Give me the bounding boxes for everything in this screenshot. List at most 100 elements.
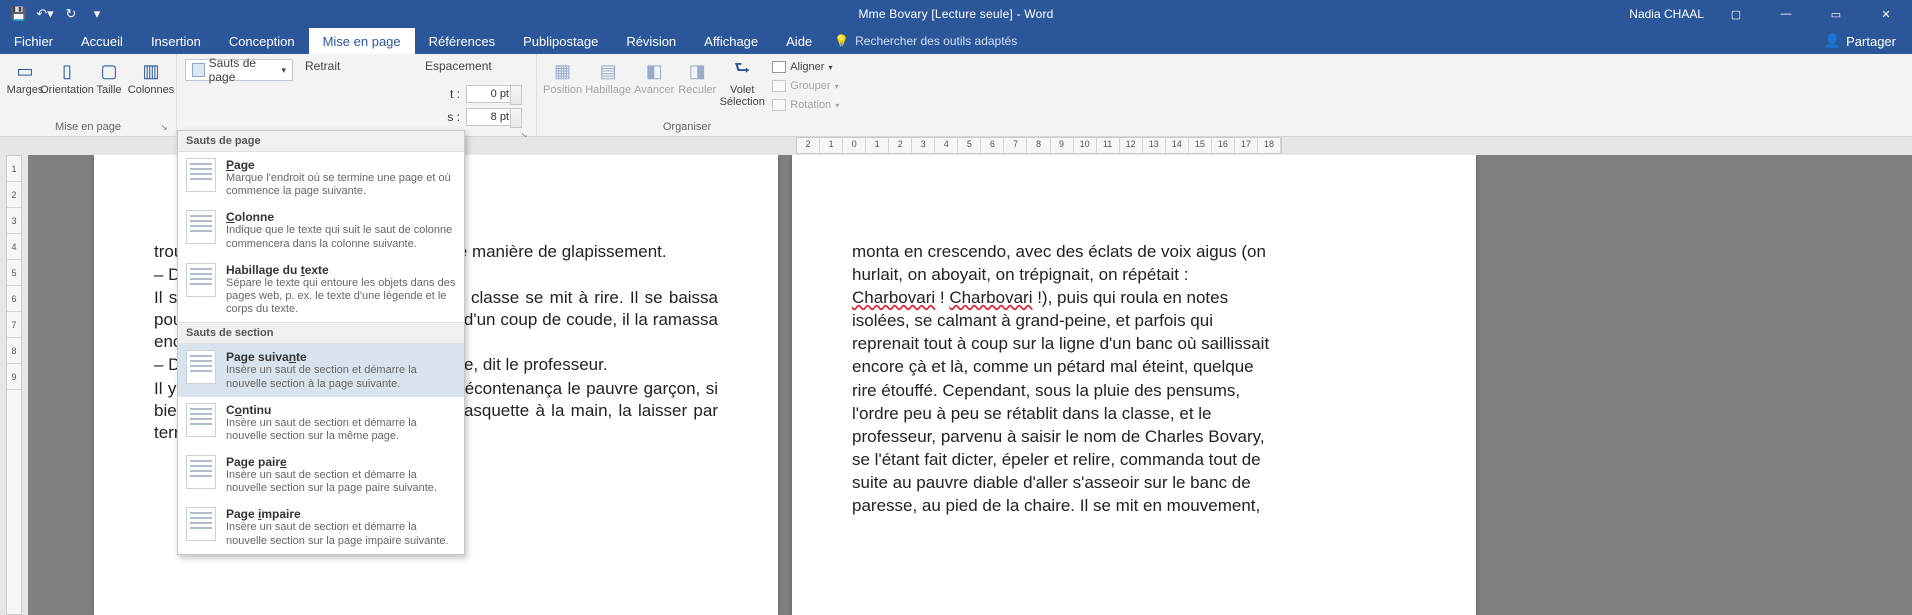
spacing-after-input[interactable]: 8 pt <box>466 108 512 126</box>
breaks-label: Sauts de page <box>209 56 278 84</box>
forward-icon: ◧ <box>638 60 670 82</box>
menu-item-desc: Indique que le texte qui suit le saut de… <box>226 224 456 250</box>
group-page-setup: ▭Marges▯Orientation▢Taille▥Colonnes Mise… <box>0 54 177 136</box>
selection-pane-icon: ⮑ <box>726 60 758 82</box>
colonnes-button[interactable]: ▥Colonnes <box>130 58 172 98</box>
menu-item-title: Page impaire <box>226 507 456 521</box>
page-thumb-icon <box>186 158 216 192</box>
tab-conception[interactable]: Conception <box>215 28 309 54</box>
group-label-arrange: Organiser <box>541 119 833 136</box>
tab-révision[interactable]: Révision <box>612 28 690 54</box>
dropdown-header-section-breaks: Sauts de section <box>178 322 464 344</box>
undo-icon[interactable]: ↶▾ <box>34 3 56 25</box>
page-text: monta en crescendo, avec des éclats de v… <box>852 241 1416 517</box>
chevron-down-icon: ▾ <box>281 65 286 76</box>
page-thumb-icon <box>186 455 216 489</box>
menu-item-desc: Insère un saut de section et démarre la … <box>226 521 456 547</box>
tell-me-search[interactable]: 💡 Rechercher des outils adaptés <box>834 28 1017 54</box>
menu-item-desc: Marque l'endroit où se termine une page … <box>226 172 456 198</box>
menu-item-desc: Sépare le texte qui entoure les objets d… <box>226 277 456 317</box>
menu-item-page[interactable]: PageMarque l'endroit où se termine une p… <box>178 152 464 204</box>
dropdown-header-page-breaks: Sauts de page <box>178 131 464 152</box>
restore-button[interactable]: ▭ <box>1814 0 1858 28</box>
tab-fichier[interactable]: Fichier <box>0 28 67 54</box>
menu-item-title: Page <box>226 158 456 172</box>
group-arrange: ▦Position ▤Habillage ◧Avancer ◨Reculer ⮑… <box>537 54 837 136</box>
lightbulb-icon: 💡 <box>834 34 849 48</box>
taille-button[interactable]: ▢Taille <box>88 58 130 98</box>
group-paragraph: Sauts de page ▾ Retrait Espacement t : 0… <box>177 54 537 136</box>
menu-item-title: Page suivante <box>226 350 456 364</box>
orientation-button[interactable]: ▯Orientation <box>46 58 88 98</box>
vertical-ruler[interactable]: 123456789 <box>0 155 28 615</box>
chevron-down-icon: ▾ <box>828 63 832 72</box>
page-thumb-icon <box>186 210 216 244</box>
share-button[interactable]: 👤 Partager <box>1808 28 1912 54</box>
user-name[interactable]: Nadia CHAAL <box>1629 7 1704 21</box>
qat-more-icon[interactable]: ▾ <box>86 3 108 25</box>
send-backward-button: ◨Reculer <box>676 58 718 98</box>
menu-item-continu[interactable]: ContinuInsère un saut de section et déma… <box>178 397 464 449</box>
tab-publipostage[interactable]: Publipostage <box>509 28 612 54</box>
rotate-icon <box>772 99 786 111</box>
tab-références[interactable]: Références <box>415 28 509 54</box>
page-thumb-icon <box>186 350 216 384</box>
selection-pane-button[interactable]: ⮑Volet Sélection <box>718 58 766 110</box>
menu-item-page-paire[interactable]: Page paireInsère un saut de section et d… <box>178 449 464 501</box>
menu-item-page-impaire[interactable]: Page impaireInsère un saut de section et… <box>178 501 464 553</box>
horizontal-ruler-page2[interactable]: 210123456789101112131415161718 <box>796 137 1282 154</box>
quick-access-toolbar: 💾 ↶▾ ↻ ▾ <box>0 3 108 25</box>
menu-item-desc: Insère un saut de section et démarre la … <box>226 364 456 390</box>
breaks-dropdown-menu: Sauts de page PageMarque l'endroit où se… <box>177 130 465 555</box>
tell-me-label: Rechercher des outils adaptés <box>855 34 1017 48</box>
marges-icon: ▭ <box>9 60 41 82</box>
rotate-dropdown: Rotation▾ <box>772 96 839 114</box>
menu-item-colonne[interactable]: ColonneIndique que le texte qui suit le … <box>178 204 464 256</box>
group-dropdown: Grouper▾ <box>772 77 839 95</box>
taille-icon: ▢ <box>93 60 125 82</box>
position-button: ▦Position <box>541 58 584 98</box>
ribbon-display-icon[interactable]: ▢ <box>1714 0 1758 28</box>
position-icon: ▦ <box>547 60 579 82</box>
share-label: Partager <box>1846 34 1896 49</box>
tab-aide[interactable]: Aide <box>772 28 826 54</box>
align-dropdown[interactable]: Aligner▾ <box>772 58 839 76</box>
user-area: Nadia CHAAL ▢ ― ▭ ✕ <box>1629 0 1912 28</box>
menu-item-title: Page paire <box>226 455 456 469</box>
bring-forward-button: ◧Avancer <box>632 58 676 98</box>
spacing-before-input[interactable]: 0 pt <box>466 85 512 103</box>
tab-accueil[interactable]: Accueil <box>67 28 137 54</box>
save-icon[interactable]: 💾 <box>8 3 30 25</box>
tab-affichage[interactable]: Affichage <box>690 28 772 54</box>
page-thumb-icon <box>186 403 216 437</box>
redo-icon[interactable]: ↻ <box>60 3 82 25</box>
close-button[interactable]: ✕ <box>1864 0 1908 28</box>
menu-item-page-suivante[interactable]: Page suivanteInsère un saut de section e… <box>178 344 464 396</box>
ribbon: ▭Marges▯Orientation▢Taille▥Colonnes Mise… <box>0 54 1912 137</box>
menu-item-habillage-du-texte[interactable]: Habillage du texteSépare le texte qui en… <box>178 257 464 323</box>
backward-icon: ◨ <box>681 60 713 82</box>
tab-mise-en-page[interactable]: Mise en page <box>309 28 415 54</box>
retrait-heading: Retrait <box>297 56 417 84</box>
menu-item-title: Colonne <box>226 210 456 224</box>
minimize-button[interactable]: ― <box>1764 0 1808 28</box>
wrap-icon: ▤ <box>592 60 624 82</box>
title-bar: 💾 ↶▾ ↻ ▾ Mme Bovary [Lecture seule] - Wo… <box>0 0 1912 28</box>
menu-item-desc: Insère un saut de section et démarre la … <box>226 417 456 443</box>
spacing-after-label: s : <box>447 110 460 124</box>
dialog-launcher-icon[interactable]: ↘ <box>158 122 170 134</box>
ribbon-tabs: FichierAccueilInsertionConceptionMise en… <box>0 28 1912 54</box>
align-icon <box>772 61 786 73</box>
spacing-before-label: t : <box>450 87 460 101</box>
page-break-icon <box>192 63 205 77</box>
espacement-heading: Espacement <box>417 56 532 84</box>
share-icon: 👤 <box>1824 33 1840 49</box>
wrap-text-button: ▤Habillage <box>584 58 632 98</box>
document-page-2[interactable]: monta en crescendo, avec des éclats de v… <box>792 155 1476 615</box>
breaks-dropdown-button[interactable]: Sauts de page ▾ <box>185 59 293 81</box>
page-thumb-icon <box>186 263 216 297</box>
menu-item-title: Habillage du texte <box>226 263 456 277</box>
menu-item-desc: Insère un saut de section et démarre la … <box>226 469 456 495</box>
tab-insertion[interactable]: Insertion <box>137 28 215 54</box>
orientation-icon: ▯ <box>51 60 83 82</box>
